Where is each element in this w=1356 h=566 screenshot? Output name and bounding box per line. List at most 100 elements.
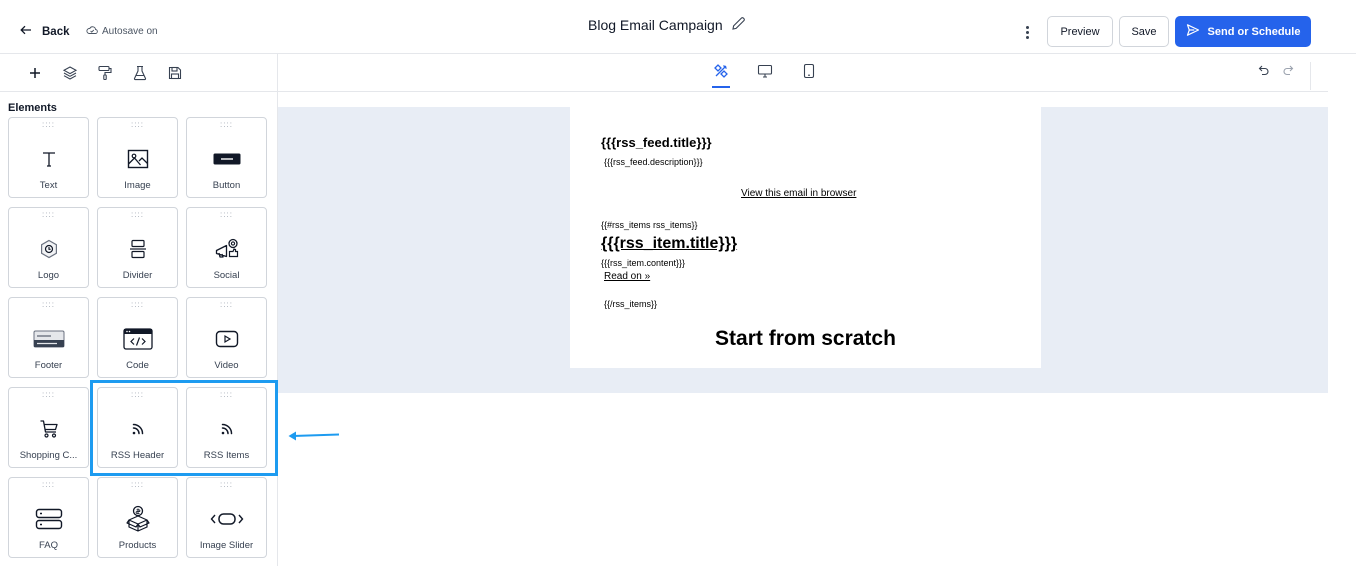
mobile-icon[interactable]: [800, 63, 818, 88]
element-image-slider[interactable]: :::: Image Slider: [186, 477, 267, 558]
send-or-schedule-button[interactable]: Send or Schedule: [1175, 16, 1311, 47]
element-rss-header[interactable]: :::: RSS Header: [97, 387, 178, 468]
arrow-left-icon: [20, 24, 32, 39]
elements-heading: Elements: [8, 102, 57, 114]
campaign-title[interactable]: Blog Email Campaign: [588, 16, 746, 34]
drag-handle-icon[interactable]: ::::: [9, 481, 88, 489]
drag-handle-icon[interactable]: ::::: [9, 391, 88, 399]
annotation-arrow-icon: [287, 428, 341, 447]
rss-feed-description[interactable]: {{{rss_feed.description}}}: [604, 157, 703, 167]
text-icon: [9, 147, 88, 171]
element-code[interactable]: :::: Code: [97, 297, 178, 378]
flask-icon[interactable]: [131, 64, 149, 82]
element-label: Divider: [122, 270, 153, 281]
products-icon: [98, 505, 177, 532]
rss-icon: [187, 417, 266, 441]
save-button[interactable]: Save: [1119, 16, 1169, 47]
rss-items-open-tag[interactable]: {{#rss_items rss_items}}: [601, 220, 698, 230]
faq-icon: [9, 507, 88, 531]
slider-icon: [187, 507, 266, 531]
rss-item-title[interactable]: {{{rss_item.title}}}: [601, 235, 737, 253]
email-body[interactable]: {{{rss_feed.title}}} {{{rss_feed.descrip…: [570, 107, 1041, 368]
read-on-link[interactable]: Read on »: [604, 271, 650, 282]
drag-handle-icon[interactable]: ::::: [187, 211, 266, 219]
drag-handle-icon[interactable]: ::::: [187, 391, 266, 399]
toolbar-divider: [1310, 62, 1311, 90]
drag-handle-icon[interactable]: ::::: [98, 481, 177, 489]
element-label: Image: [124, 180, 151, 191]
rss-icon: [98, 417, 177, 441]
rss-feed-title[interactable]: {{{rss_feed.title}}}: [601, 135, 712, 150]
drag-handle-icon[interactable]: ::::: [98, 121, 177, 129]
element-label: Video: [214, 360, 239, 371]
element-divider[interactable]: :::: Divider: [97, 207, 178, 288]
layers-icon[interactable]: [61, 64, 79, 82]
view-tabs: [712, 63, 818, 88]
element-label: FAQ: [38, 540, 58, 551]
footer-icon: [9, 327, 88, 351]
plus-icon[interactable]: [26, 64, 44, 82]
paint-roller-icon[interactable]: [96, 64, 114, 82]
rss-items-close-tag[interactable]: {{/rss_items}}: [604, 299, 657, 309]
start-from-scratch-heading[interactable]: Start from scratch: [570, 327, 1041, 351]
drag-handle-icon[interactable]: ::::: [98, 211, 177, 219]
campaign-title-text: Blog Email Campaign: [588, 17, 723, 33]
drag-handle-icon[interactable]: ::::: [187, 121, 266, 129]
rss-item-content[interactable]: {{{rss_item.content}}}: [601, 258, 685, 268]
element-button[interactable]: :::: Button: [186, 117, 267, 198]
element-label: Logo: [37, 270, 60, 281]
drag-handle-icon[interactable]: ::::: [187, 301, 266, 309]
drag-handle-icon[interactable]: ::::: [98, 391, 177, 399]
more-options-icon[interactable]: [1020, 22, 1034, 42]
cart-icon: [9, 417, 88, 441]
save-icon[interactable]: [166, 64, 184, 82]
autosave-label: Autosave on: [102, 26, 158, 37]
cloud-icon: [86, 25, 98, 38]
left-tools: [26, 64, 184, 82]
elements-grid: :::: Text :::: Image :::: Button :::: Lo…: [8, 117, 267, 558]
back-button[interactable]: Back: [20, 24, 70, 39]
drag-handle-icon[interactable]: ::::: [9, 301, 88, 309]
drag-handle-icon[interactable]: ::::: [187, 481, 266, 489]
element-label: RSS Items: [203, 450, 250, 461]
element-text[interactable]: :::: Text: [8, 117, 89, 198]
element-logo[interactable]: :::: Logo: [8, 207, 89, 288]
element-video[interactable]: :::: Video: [186, 297, 267, 378]
redo-icon[interactable]: [1282, 64, 1294, 76]
social-icon: [187, 237, 266, 261]
element-label: Image Slider: [199, 540, 254, 551]
logo-icon: [9, 237, 88, 261]
view-in-browser-link[interactable]: View this email in browser: [741, 188, 856, 199]
design-tools-icon[interactable]: [712, 63, 730, 88]
element-label: Button: [212, 180, 241, 191]
element-shopping-cart[interactable]: :::: Shopping C...: [8, 387, 89, 468]
element-image[interactable]: :::: Image: [97, 117, 178, 198]
element-social[interactable]: :::: Social: [186, 207, 267, 288]
element-label: Products: [118, 540, 157, 551]
element-label: Code: [126, 360, 149, 371]
image-icon: [98, 147, 177, 171]
code-icon: [98, 327, 177, 351]
preview-button[interactable]: Preview: [1047, 16, 1113, 47]
top-bar: Back Autosave on Blog Email Campaign Pre…: [0, 0, 1356, 54]
element-products[interactable]: :::: Products: [97, 477, 178, 558]
divider-icon: [98, 237, 177, 261]
send-label: Send or Schedule: [1207, 25, 1301, 38]
editor-toolbar: [0, 54, 1328, 92]
element-label: Text: [39, 180, 58, 191]
desktop-icon[interactable]: [756, 63, 774, 88]
button-icon: [187, 147, 266, 171]
element-label: RSS Header: [110, 450, 165, 461]
history-controls: [1258, 64, 1294, 76]
drag-handle-icon[interactable]: ::::: [9, 211, 88, 219]
drag-handle-icon[interactable]: ::::: [9, 121, 88, 129]
pencil-icon[interactable]: [731, 16, 746, 34]
drag-handle-icon[interactable]: ::::: [98, 301, 177, 309]
element-faq[interactable]: :::: FAQ: [8, 477, 89, 558]
undo-icon[interactable]: [1258, 64, 1270, 76]
element-rss-items[interactable]: :::: RSS Items: [186, 387, 267, 468]
video-icon: [187, 327, 266, 351]
element-footer[interactable]: :::: Footer: [8, 297, 89, 378]
element-label: Shopping C...: [19, 450, 78, 461]
autosave-status: Autosave on: [86, 25, 158, 38]
